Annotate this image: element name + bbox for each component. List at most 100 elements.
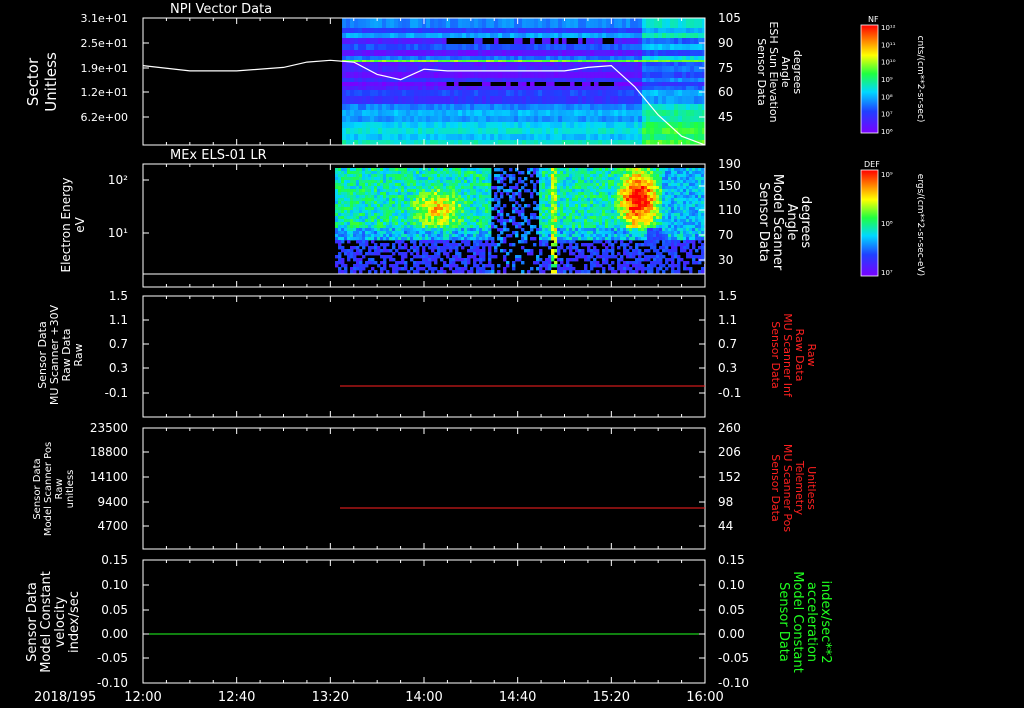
heatmap-cell bbox=[370, 56, 375, 60]
heatmap-cell bbox=[608, 174, 612, 178]
heatmap-cell bbox=[344, 195, 348, 199]
heatmap-cell bbox=[446, 228, 450, 232]
heatmap-cell bbox=[690, 78, 695, 82]
heatmap-cell bbox=[401, 228, 405, 232]
heatmap-cell bbox=[440, 267, 444, 271]
heatmap-cell bbox=[452, 195, 456, 199]
heatmap-cell bbox=[461, 246, 465, 250]
heatmap-cell bbox=[641, 207, 645, 211]
heatmap-cell bbox=[350, 38, 355, 44]
heatmap-cell bbox=[392, 267, 396, 271]
heatmap-cell bbox=[650, 110, 655, 116]
heatmap-cell bbox=[413, 255, 417, 259]
heatmap-cell bbox=[593, 228, 597, 232]
heatmap-cell bbox=[416, 201, 420, 205]
heatmap-cell bbox=[638, 140, 643, 145]
heatmap-cell bbox=[410, 213, 414, 217]
heatmap-cell bbox=[462, 18, 467, 28]
heatmap-cell bbox=[380, 270, 384, 274]
heatmap-cell bbox=[512, 174, 516, 178]
heatmap-cell bbox=[452, 255, 456, 259]
heatmap-cell bbox=[467, 258, 471, 262]
heatmap-cell bbox=[629, 237, 633, 241]
heatmap-cell bbox=[617, 207, 621, 211]
heatmap-cell bbox=[506, 96, 511, 104]
heatmap-cell bbox=[419, 192, 423, 196]
heatmap-cell bbox=[554, 237, 558, 241]
heatmap-cell bbox=[419, 186, 423, 190]
heatmap-cell bbox=[686, 86, 691, 90]
heatmap-cell bbox=[558, 18, 563, 28]
heatmap-cell bbox=[658, 86, 663, 90]
heatmap-cell bbox=[464, 174, 468, 178]
heatmap-cell bbox=[586, 96, 591, 104]
heatmap-cell bbox=[350, 78, 355, 82]
heatmap-cell bbox=[590, 122, 595, 128]
heatmap-cell bbox=[452, 204, 456, 208]
heatmap-cell bbox=[362, 86, 367, 90]
heatmap-cell bbox=[497, 180, 501, 184]
heatmap-cell bbox=[462, 116, 467, 122]
heatmap-cell bbox=[383, 234, 387, 238]
heatmap-cell bbox=[392, 222, 396, 226]
heatmap-cell bbox=[490, 72, 495, 78]
heatmap-cell bbox=[590, 192, 594, 196]
heatmap-cell bbox=[598, 86, 603, 90]
heatmap-cell bbox=[698, 78, 703, 82]
heatmap-cell bbox=[557, 228, 561, 232]
heatmap-cell bbox=[602, 72, 607, 78]
heatmap-cell bbox=[606, 104, 611, 110]
heatmap-cell bbox=[596, 198, 600, 202]
heatmap-cell bbox=[596, 219, 600, 223]
heatmap-cell bbox=[426, 110, 431, 116]
heatmap-cell bbox=[437, 231, 441, 235]
heatmap-cell bbox=[382, 38, 387, 44]
heatmap-cell bbox=[442, 38, 447, 44]
heatmap-cell bbox=[434, 50, 439, 56]
heatmap-cell bbox=[622, 66, 627, 72]
heatmap-cell bbox=[438, 72, 443, 78]
heatmap-cell bbox=[368, 174, 372, 178]
heatmap-cell bbox=[473, 204, 477, 208]
heatmap-cell bbox=[476, 207, 480, 211]
heatmap-cell bbox=[566, 213, 570, 217]
heatmap-cell bbox=[486, 82, 491, 86]
heatmap-cell bbox=[606, 33, 611, 38]
heatmap-cell bbox=[434, 171, 438, 175]
heatmap-cell bbox=[422, 38, 427, 44]
heatmap-cell bbox=[610, 128, 615, 134]
heatmap-cell bbox=[590, 267, 594, 271]
heatmap-cell bbox=[374, 62, 379, 66]
heatmap-cell bbox=[617, 267, 621, 271]
heatmap-cell bbox=[630, 90, 635, 96]
heatmap-cell bbox=[557, 225, 561, 229]
heatmap-cell bbox=[494, 44, 499, 50]
heatmap-cell bbox=[390, 82, 395, 86]
heatmap-cell bbox=[602, 116, 607, 122]
heatmap-cell bbox=[670, 110, 675, 116]
heatmap-cell bbox=[358, 72, 363, 78]
heatmap-cell bbox=[632, 249, 636, 253]
heatmap-cell bbox=[554, 110, 559, 116]
heatmap-cell bbox=[371, 216, 375, 220]
heatmap-cell bbox=[635, 267, 639, 271]
heatmap-cell bbox=[407, 192, 411, 196]
heatmap-cell bbox=[539, 201, 543, 205]
heatmap-cell bbox=[534, 78, 539, 82]
heatmap-cell bbox=[570, 134, 575, 140]
heatmap-cell bbox=[431, 249, 435, 253]
heatmap-cell bbox=[566, 50, 571, 56]
heatmap-cell bbox=[434, 38, 439, 44]
heatmap-cell bbox=[426, 72, 431, 78]
heatmap-cell bbox=[623, 207, 627, 211]
heatmap-cell bbox=[560, 171, 564, 175]
heatmap-cell bbox=[383, 210, 387, 214]
heatmap-cell bbox=[452, 174, 456, 178]
heatmap-cell bbox=[398, 134, 403, 140]
heatmap-cell bbox=[386, 18, 391, 28]
heatmap-cell bbox=[582, 96, 587, 104]
heatmap-cell bbox=[678, 82, 683, 86]
heatmap-cell bbox=[557, 201, 561, 205]
heatmap-cell bbox=[587, 183, 591, 187]
heatmap-cell bbox=[430, 82, 435, 86]
